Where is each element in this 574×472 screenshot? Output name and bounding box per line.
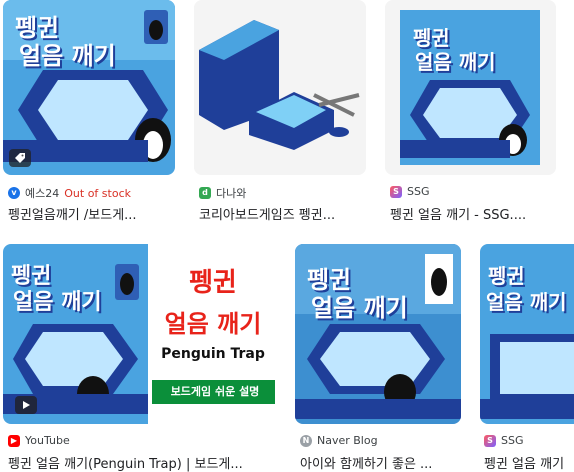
- result-title-4[interactable]: 펭귄 얼음 깨기(Penguin Trap) | 보드게...: [8, 453, 276, 472]
- result-source-5: N Naver Blog: [300, 434, 378, 447]
- result-title-3[interactable]: 펭귄 얼음 깨기 - SSG....: [390, 204, 558, 223]
- danawa-icon: d: [199, 187, 211, 199]
- box-title-line1: 펭귄: [488, 264, 525, 288]
- result-image-3[interactable]: 펭귄 얼음 깨기: [385, 0, 556, 175]
- panel-banner: 보드게임 쉬운 설명: [152, 380, 275, 404]
- panel-line1: 펭귄: [189, 268, 237, 298]
- result-title-2[interactable]: 코리아보드게임즈 펭귄...: [199, 204, 367, 223]
- panel-line2: 얼음 깨기: [164, 310, 262, 338]
- yes24-icon: v: [8, 187, 20, 199]
- youtube-icon: ▶: [8, 434, 20, 447]
- source-name: 예스24: [25, 187, 60, 200]
- result-source-4: ▶ YouTube: [8, 434, 70, 447]
- stock-status: Out of stock: [64, 186, 131, 200]
- panel-line3: Penguin Trap: [161, 346, 265, 362]
- result-title-6[interactable]: 펭귄 얼음 깨기: [484, 453, 574, 472]
- result-source-1: v 예스24 Out of stock: [8, 185, 131, 201]
- penguin-game-box-art: [385, 0, 556, 175]
- box-title-line2: 얼음 깨기: [311, 294, 408, 322]
- result-title-1[interactable]: 펭귄얼음깨기 /보드게...: [8, 204, 176, 223]
- result-image-5[interactable]: 펭귄 얼음 깨기: [295, 244, 461, 424]
- result-source-3: S SSG: [390, 185, 430, 198]
- play-icon: [15, 396, 37, 414]
- penguin-game-product-photo: [194, 0, 366, 175]
- naver-blog-icon: N: [300, 434, 312, 447]
- source-name: Naver Blog: [317, 434, 378, 447]
- ssg-icon: S: [390, 185, 402, 198]
- source-name: 다나와: [216, 187, 247, 200]
- source-name: SSG: [501, 434, 524, 447]
- video-title-panel: 펭귄 얼음 깨기 Penguin Trap 보드게임 쉬운 설명: [148, 244, 275, 424]
- result-title-5[interactable]: 아이와 함께하기 좋은 ...: [300, 453, 462, 472]
- source-name: SSG: [407, 185, 430, 198]
- tag-icon: [9, 149, 31, 167]
- result-image-6[interactable]: 펭귄 얼음 깨기: [480, 244, 574, 424]
- ssg-icon: S: [484, 434, 496, 447]
- result-source-2: d 다나와: [199, 185, 246, 201]
- box-title-line2: 얼음 깨기: [415, 50, 496, 74]
- result-image-1[interactable]: 펭귄 얼음 깨기: [3, 0, 175, 175]
- result-source-6: S SSG: [484, 434, 524, 447]
- result-image-2[interactable]: [194, 0, 366, 175]
- box-title-line2: 얼음 깨기: [13, 290, 102, 315]
- box-title-line2: 얼음 깨기: [486, 290, 567, 314]
- result-image-4[interactable]: 펭귄 얼음 깨기 펭귄 얼음 깨기 Penguin Trap 보드게임 쉬운 설…: [3, 244, 275, 424]
- source-name: YouTube: [25, 434, 70, 447]
- box-title-line2: 얼음 깨기: [19, 42, 116, 70]
